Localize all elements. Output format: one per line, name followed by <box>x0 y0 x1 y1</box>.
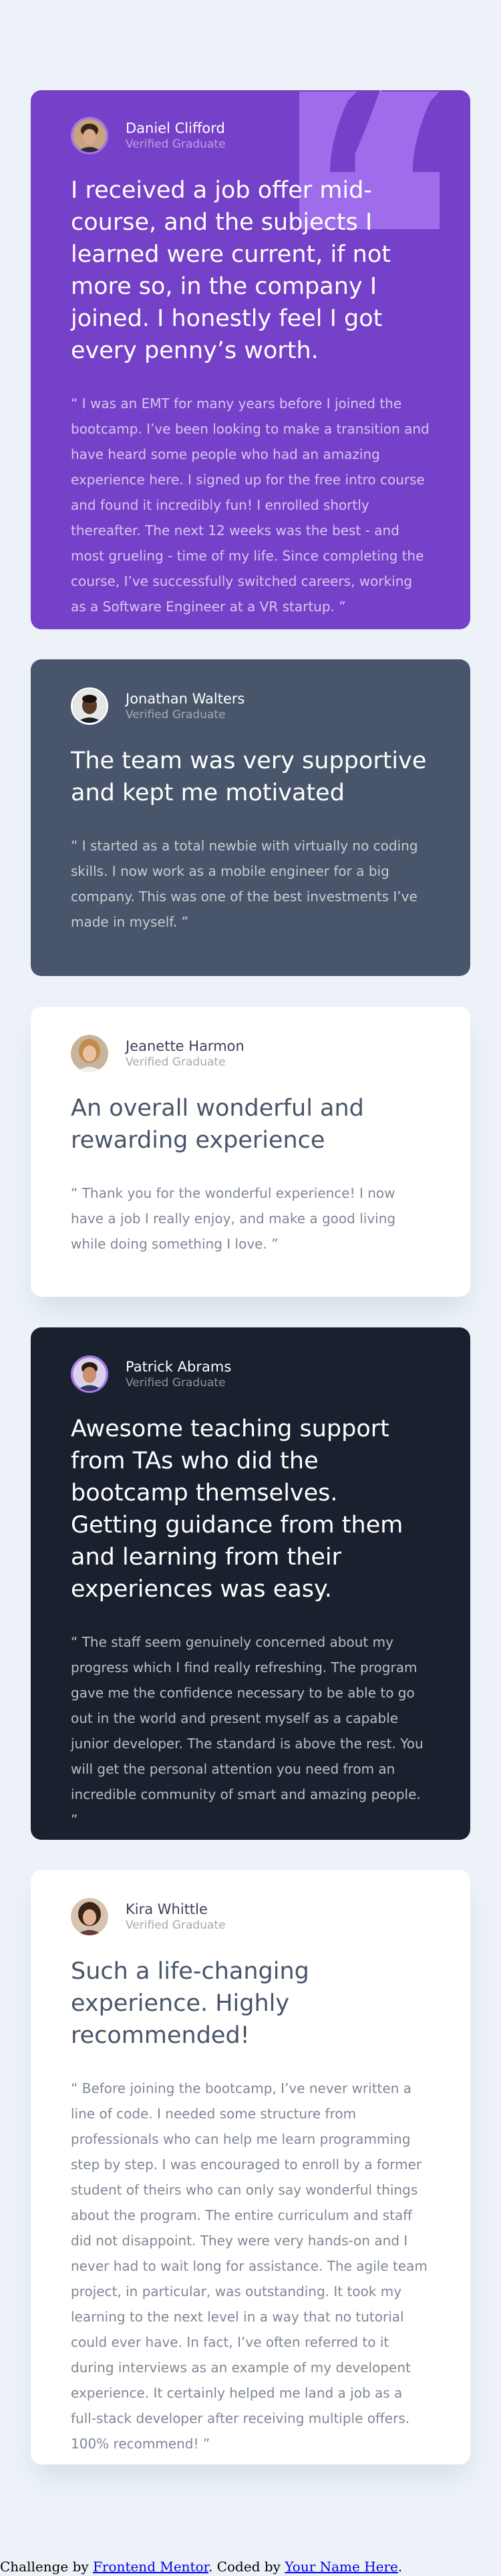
avatar <box>71 1898 108 1935</box>
author-link[interactable]: Your Name Here <box>285 2559 398 2575</box>
author-name: Kira Whittle <box>126 1901 208 1917</box>
testimonial-headline: Such a life-changing experience. Highly … <box>71 1958 309 2049</box>
testimonial-body: “ Thank you for the wonderful experience… <box>71 1185 396 1252</box>
avatar <box>71 1035 108 1072</box>
testimonial-headline: Awesome teaching support from TAs who di… <box>71 1416 403 1603</box>
card-header: Jonathan Walters Verified Graduate <box>71 686 430 726</box>
author-role: Verified Graduate <box>126 1919 226 1932</box>
testimonial-body: “ Before joining the bootcamp, I’ve neve… <box>71 2080 428 2452</box>
attribution: Challenge by Frontend Mentor. Coded by Y… <box>0 2557 501 2576</box>
card-header: Patrick Abrams Verified Graduate <box>71 1354 430 1394</box>
author-name: Patrick Abrams <box>126 1359 232 1375</box>
author-info: Daniel Clifford Verified Graduate <box>126 120 226 152</box>
frontend-mentor-link[interactable]: Frontend Mentor <box>93 2559 208 2575</box>
testimonial-headline: The team was very supportive and kept me… <box>71 748 427 806</box>
testimonial-card-kira: Kira Whittle Verified Graduate Such a li… <box>31 1870 470 2464</box>
testimonial-card-patrick: Patrick Abrams Verified Graduate Awesome… <box>31 1327 470 1840</box>
author-info: Kira Whittle Verified Graduate <box>126 1901 226 1933</box>
testimonial-card-jeanette: Jeanette Harmon Verified Graduate An ove… <box>31 1007 470 1297</box>
author-role: Verified Graduate <box>126 1376 226 1390</box>
attribution-suffix: . <box>397 2559 403 2575</box>
author-role: Verified Graduate <box>126 138 226 151</box>
testimonial-body: “ I started as a total newbie with virtu… <box>71 838 418 930</box>
testimonial-headline: An overall wonderful and rewarding exper… <box>71 1095 364 1154</box>
card-header: Kira Whittle Verified Graduate <box>71 1897 430 1937</box>
testimonial-headline: I received a job offer mid-course, and t… <box>71 177 391 364</box>
card-header: Jeanette Harmon Verified Graduate <box>71 1033 430 1074</box>
attribution-middle: . Coded by <box>208 2559 285 2575</box>
attribution-prefix: Challenge by <box>0 2559 94 2575</box>
testimonial-body: “ The staff seem genuinely concerned abo… <box>71 1634 424 1828</box>
author-name: Jeanette Harmon <box>126 1038 244 1054</box>
author-info: Jeanette Harmon Verified Graduate <box>126 1037 244 1070</box>
avatar <box>71 687 108 725</box>
testimonial-card-jonathan: Jonathan Walters Verified Graduate The t… <box>31 659 470 976</box>
author-role: Verified Graduate <box>126 1056 226 1069</box>
author-info: Patrick Abrams Verified Graduate <box>126 1358 231 1390</box>
author-role: Verified Graduate <box>126 708 226 721</box>
testimonial-body: “ I was an EMT for many years before I j… <box>71 395 430 615</box>
author-info: Jonathan Walters Verified Graduate <box>126 690 244 722</box>
avatar <box>71 117 108 154</box>
author-name: Jonathan Walters <box>126 691 245 707</box>
author-name: Daniel Clifford <box>126 120 225 136</box>
card-header: Daniel Clifford Verified Graduate <box>71 116 430 156</box>
testimonial-card-daniel: Daniel Clifford Verified Graduate I rece… <box>31 90 470 629</box>
avatar <box>71 1355 108 1393</box>
